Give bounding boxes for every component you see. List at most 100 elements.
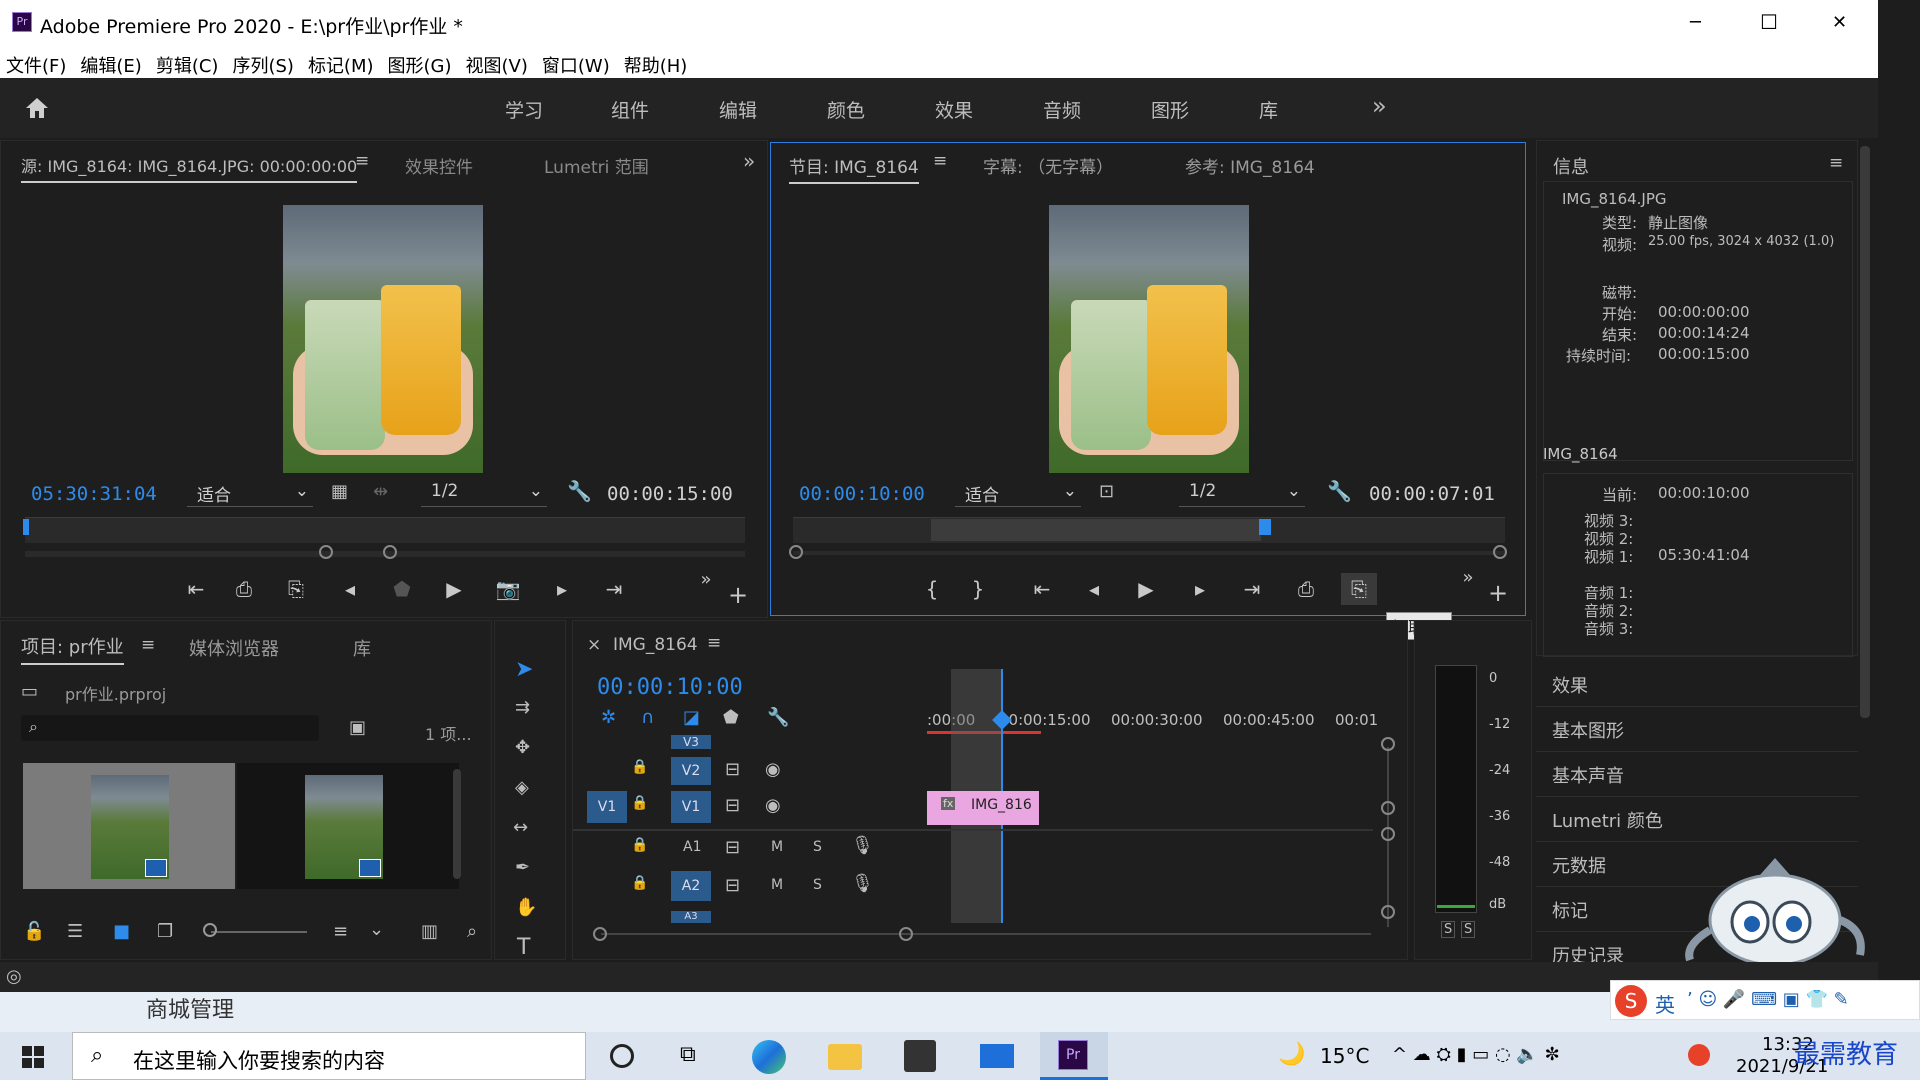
lumetri-color-tab[interactable]: Lumetri 颜色 <box>1552 807 1663 833</box>
video-clip[interactable]: fx IMG_816 <box>927 791 1039 825</box>
step-forward-icon[interactable]: ▸ <box>1185 577 1215 601</box>
source-menu-icon[interactable]: ≡ <box>355 151 369 171</box>
mark-in-icon[interactable]: ⇤ <box>181 577 211 601</box>
linked-selection-icon[interactable]: ◪ <box>683 707 700 728</box>
workspace-graphics[interactable]: 图形 <box>1151 96 1189 123</box>
track-select-tool-icon[interactable]: ⇉ <box>515 697 530 718</box>
wrench-icon[interactable]: 🔧 <box>567 479 592 503</box>
track-v1-label[interactable]: V1 <box>671 791 711 823</box>
hand-tool-icon[interactable]: ✋ <box>515 897 537 918</box>
track-a2-label[interactable]: A2 <box>671 871 711 901</box>
menu-help[interactable]: 帮助(H) <box>624 52 688 78</box>
insert-icon[interactable]: ⇹ <box>373 481 388 502</box>
store-icon[interactable] <box>904 1040 936 1072</box>
mute-button[interactable]: M <box>771 839 783 855</box>
media-browser-tab[interactable]: 媒体浏览器 <box>189 635 279 661</box>
source-playhead[interactable] <box>23 519 29 535</box>
extract-icon[interactable]: ⎘ <box>1341 573 1377 605</box>
add-marker-icon[interactable]: ⬟ <box>723 707 739 728</box>
program-resolution-dropdown[interactable]: 1/2 ⌄ <box>1179 481 1305 507</box>
button-editor-more-icon[interactable]: » <box>1453 567 1483 588</box>
project-thumbnail-selected[interactable] <box>23 763 235 889</box>
lock-icon[interactable]: 🔒 <box>631 759 648 775</box>
zoom-handle-left[interactable] <box>319 545 333 559</box>
source-tab[interactable]: 源: IMG_8164: IMG_8164.JPG: 00:00:00:00 <box>21 153 358 183</box>
v-scroll-handle[interactable] <box>1381 737 1395 751</box>
type-tool-icon[interactable]: T <box>517 935 530 960</box>
solo-button[interactable]: S <box>813 839 822 855</box>
program-tab[interactable]: 节目: IMG_8164 <box>789 153 919 184</box>
mark-out-bracket-icon[interactable]: } <box>963 577 993 601</box>
selection-tool-icon[interactable]: ➤ <box>515 657 533 682</box>
captions-tab[interactable]: 字幕: （无字幕） <box>983 153 1113 178</box>
list-view-icon[interactable]: ☰ <box>67 921 83 942</box>
cortana-icon[interactable] <box>610 1044 634 1068</box>
lock-icon[interactable]: 🔓 <box>23 921 45 942</box>
chevron-down-icon[interactable]: ⌄ <box>369 919 384 940</box>
safe-margins-icon[interactable]: ▦ <box>331 481 348 502</box>
new-bin-from-search-icon[interactable]: ▣ <box>349 717 366 738</box>
zoom-slider-handle[interactable] <box>203 923 217 937</box>
zoom-handle-right[interactable] <box>383 545 397 559</box>
file-explorer-icon[interactable] <box>828 1044 862 1070</box>
add-button-icon[interactable]: + <box>1483 579 1513 607</box>
nest-toggle-icon[interactable]: ✲ <box>601 707 616 728</box>
track-v2-label[interactable]: V2 <box>671 757 711 785</box>
program-playhead[interactable] <box>1259 519 1271 535</box>
weather-temp[interactable]: 15°C <box>1320 1044 1369 1068</box>
sort-icon[interactable]: ≡ <box>333 921 348 942</box>
ripple-edit-tool-icon[interactable]: ✥ <box>515 737 530 758</box>
menu-view[interactable]: 视图(V) <box>466 52 528 78</box>
workspace-audio[interactable]: 音频 <box>1043 96 1081 123</box>
menu-file[interactable]: 文件(F) <box>6 52 66 78</box>
workspace-libraries[interactable]: 库 <box>1259 96 1278 123</box>
button-editor-more-icon[interactable]: » <box>691 569 721 590</box>
program-zoom-scrollbar[interactable] <box>793 551 1505 555</box>
workspace-editing[interactable]: 编辑 <box>719 96 757 123</box>
lift-icon[interactable]: ⎙ <box>1291 577 1321 601</box>
timeline-close-icon[interactable]: × <box>587 635 601 655</box>
zoom-handle-left[interactable] <box>789 545 803 559</box>
system-tray-icons[interactable]: ^ ☁ ⛭ ▮ ▭ ◌ 🔈 ✼ <box>1392 1044 1560 1065</box>
home-icon[interactable] <box>24 96 50 120</box>
mark-out-icon[interactable]: ⇥ <box>599 577 629 601</box>
meter-solo-left[interactable]: S <box>1441 921 1456 938</box>
toggle-sync-icon[interactable]: ⊟ <box>725 875 740 896</box>
source-time-ruler[interactable] <box>25 517 745 543</box>
track-a3-label[interactable]: A3 <box>671 911 711 923</box>
play-icon[interactable]: ▶ <box>1131 577 1161 601</box>
info-menu-icon[interactable]: ≡ <box>1829 153 1843 173</box>
slip-tool-icon[interactable]: ↔ <box>513 817 528 838</box>
pen-tool-icon[interactable]: ✒ <box>515 857 530 878</box>
source-fit-dropdown[interactable]: 适合 ⌄ <box>187 481 313 507</box>
eye-icon[interactable]: ◉ <box>765 759 781 780</box>
windows-start-icon[interactable] <box>22 1046 44 1068</box>
workspace-more-button[interactable]: » <box>1372 92 1387 120</box>
meter-solo-right[interactable]: S <box>1461 921 1476 938</box>
solo-button[interactable]: S <box>813 877 822 893</box>
lock-icon[interactable]: 🔒 <box>631 875 648 891</box>
timeline-timecode[interactable]: 00:00:10:00 <box>597 675 743 700</box>
project-scrollbar[interactable] <box>453 769 461 879</box>
step-forward-icon[interactable]: ▸ <box>547 577 577 601</box>
program-timecode[interactable]: 00:00:10:00 <box>799 483 925 505</box>
zoom-slider[interactable] <box>211 931 307 933</box>
lumetri-scopes-tab[interactable]: Lumetri 范围 <box>544 153 649 178</box>
v-scroll-handle[interactable] <box>1381 801 1395 815</box>
panel-more-icon[interactable]: » <box>743 149 755 173</box>
lock-icon[interactable]: 🔒 <box>631 837 648 853</box>
sogou-tray-icon[interactable] <box>1688 1044 1710 1066</box>
workspace-color[interactable]: 颜色 <box>827 96 865 123</box>
ime-tools-icons[interactable]: ’ ☺ 🎤 ⌨ ▣ 👕 ✎ <box>1687 989 1849 1010</box>
automate-to-sequence-icon[interactable]: ▥ <box>421 921 438 942</box>
eye-icon[interactable]: ◉ <box>765 795 781 816</box>
project-thumbnail[interactable] <box>237 763 459 889</box>
menu-edit[interactable]: 编辑(E) <box>80 52 141 78</box>
timeline-tab[interactable]: IMG_8164 <box>613 635 698 655</box>
libraries-tab[interactable]: 库 <box>353 635 371 661</box>
find-icon[interactable]: ⌕ <box>467 921 477 942</box>
marker-icon[interactable]: ⬟ <box>387 577 417 601</box>
project-menu-icon[interactable]: ≡ <box>141 635 155 655</box>
mark-in-bracket-icon[interactable]: { <box>917 577 947 601</box>
workspace-learn[interactable]: 学习 <box>505 96 543 123</box>
